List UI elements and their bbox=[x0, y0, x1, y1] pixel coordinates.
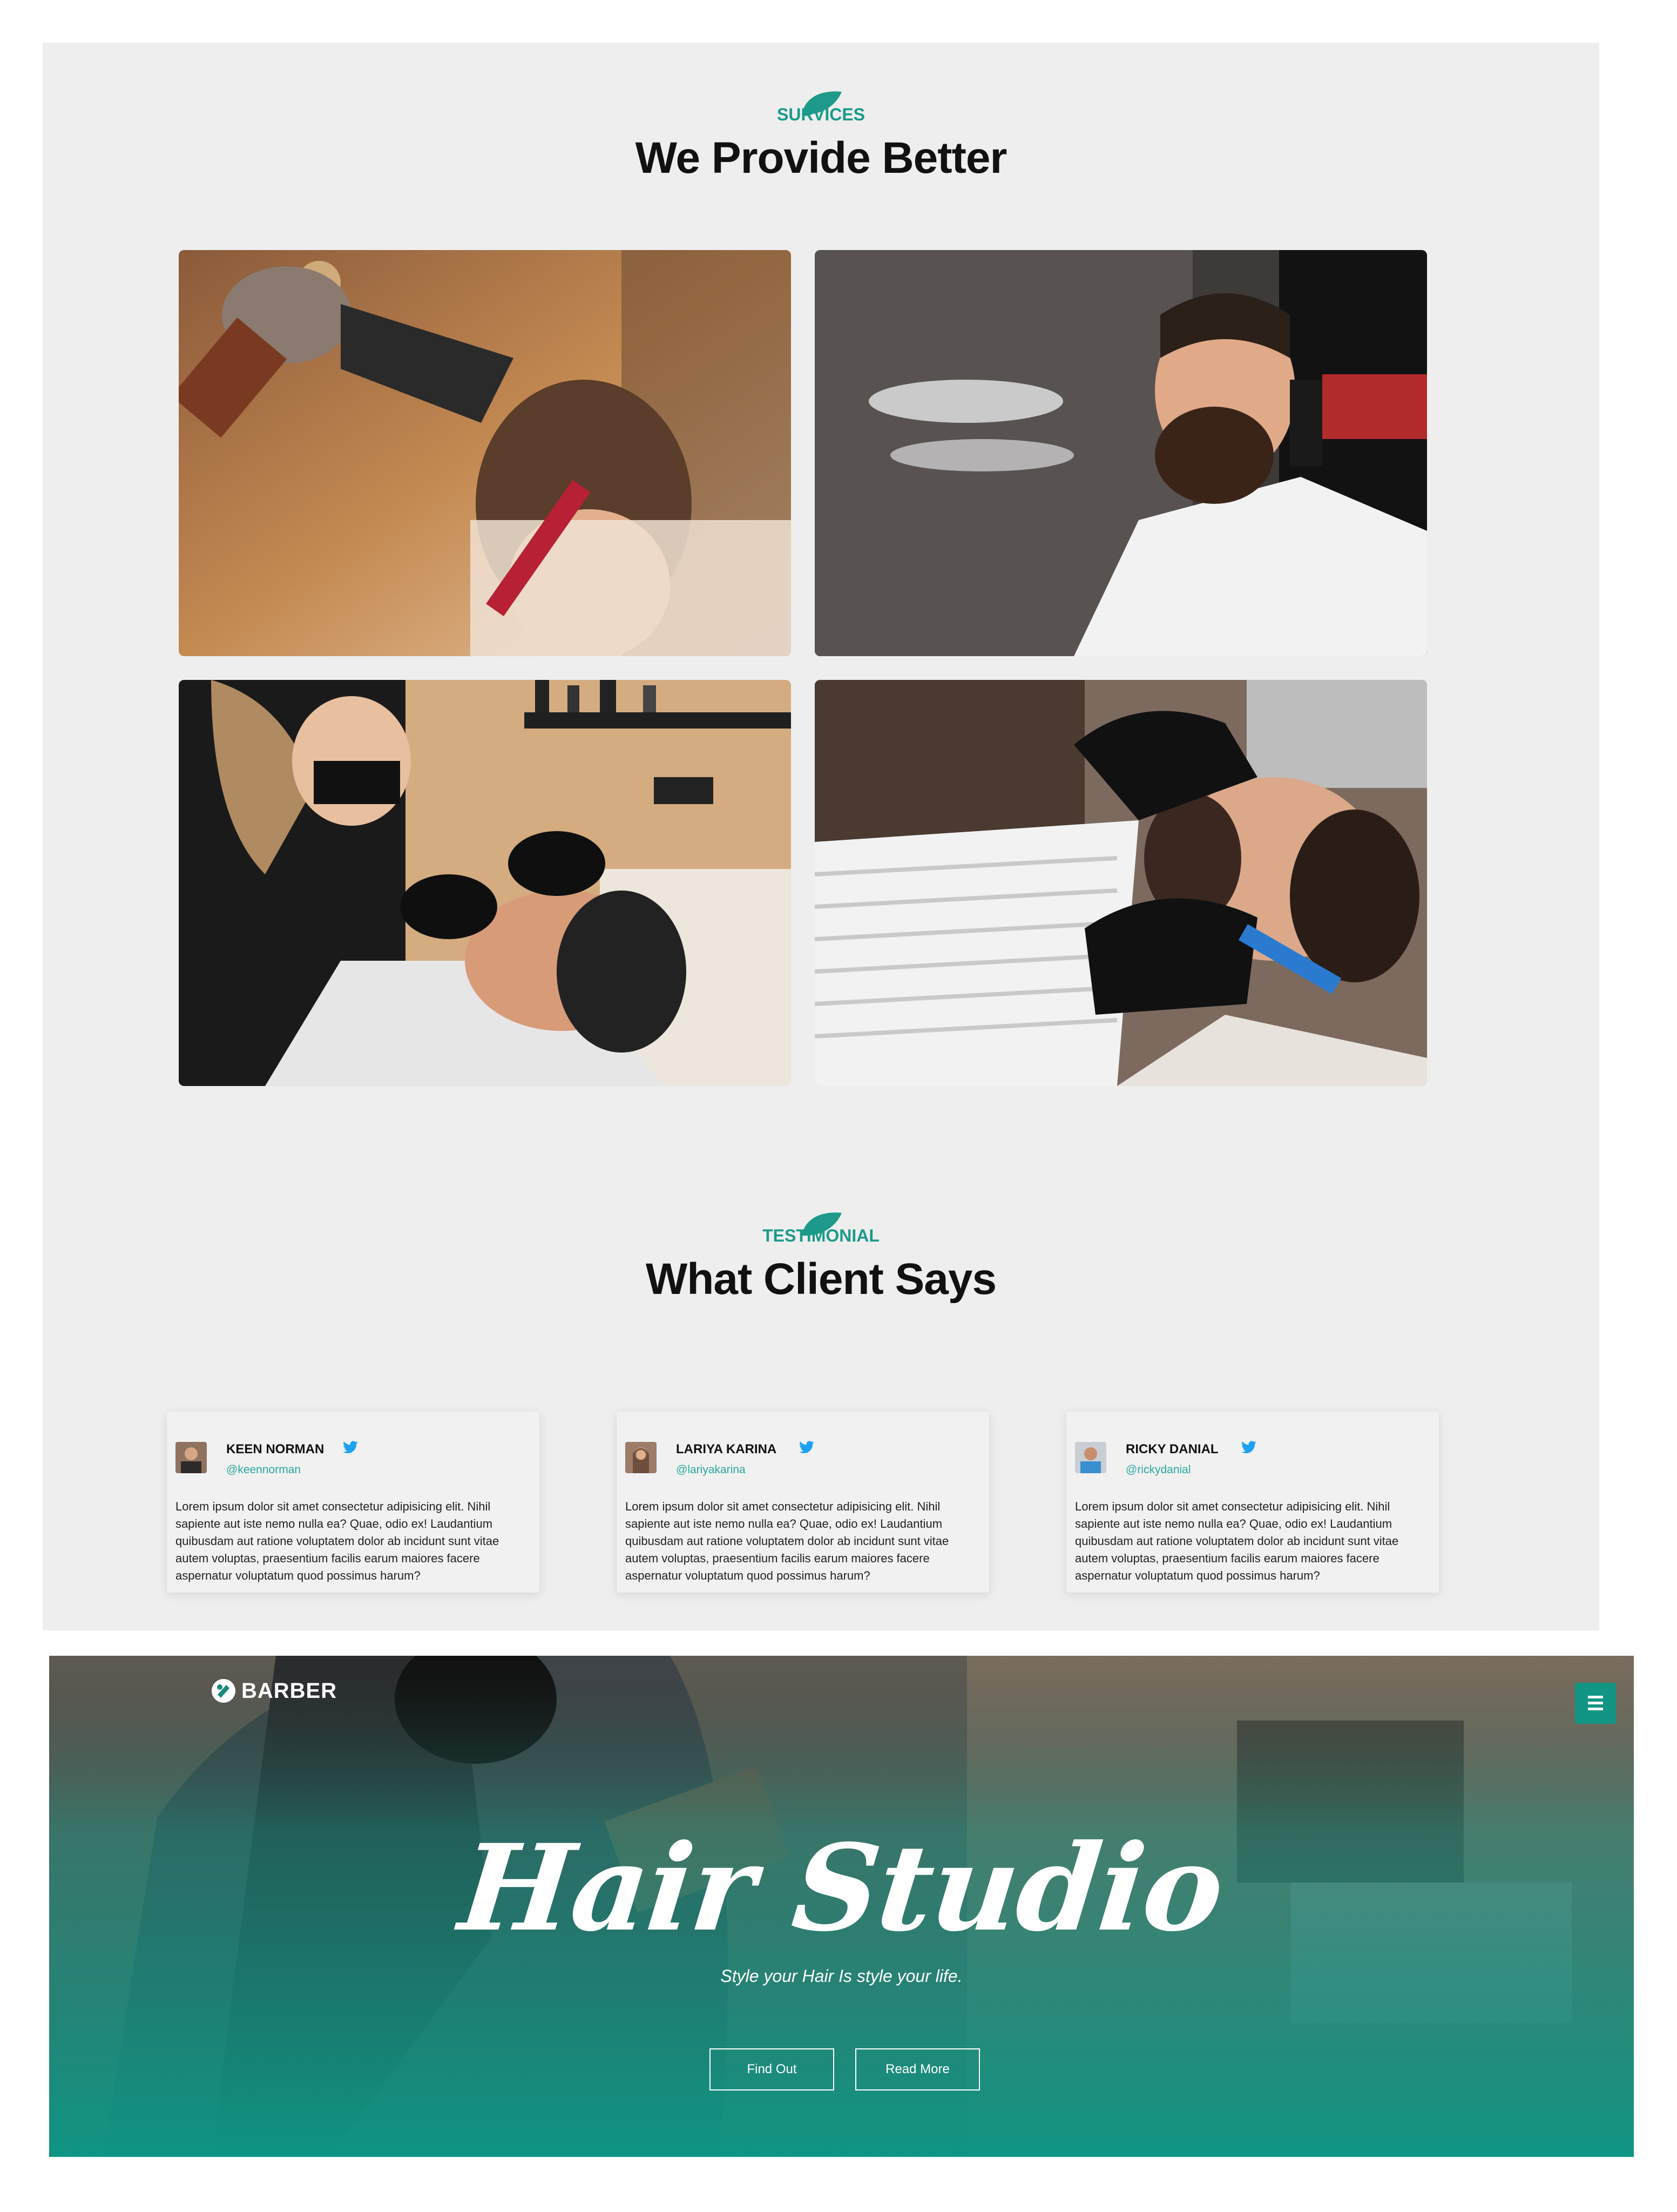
client-name: RICKY DANIAL bbox=[1126, 1442, 1219, 1456]
testimonial-card: KEEN NORMAN @keennorman Lorem ipsum dolo… bbox=[167, 1412, 539, 1593]
services-title: We Provide Better bbox=[635, 133, 1007, 183]
brand-name: BARBER bbox=[241, 1678, 337, 1703]
hamburger-menu-icon bbox=[1588, 1696, 1603, 1710]
hero-subtitle: Style your Hair Is style your life. bbox=[720, 1966, 963, 1986]
client-name: LARIYA KARINA bbox=[676, 1442, 777, 1456]
services-heading: SURVICES We Provide Better bbox=[43, 89, 1599, 184]
service-photo-beard-shave bbox=[815, 680, 1427, 1086]
client-handle[interactable]: @rickydanial bbox=[1126, 1464, 1191, 1476]
service-photo-haircut bbox=[815, 250, 1427, 656]
twitter-bird-icon[interactable] bbox=[799, 1441, 814, 1454]
testimonial-heading: TESTIMONIAL What Client Says bbox=[43, 1210, 1599, 1305]
avatar bbox=[175, 1442, 207, 1473]
testimonial-card: RICKY DANIAL @rickydanial Lorem ipsum do… bbox=[1066, 1412, 1439, 1593]
testimonial-title: What Client Says bbox=[645, 1255, 997, 1304]
testimonial-text: Lorem ipsum dolor sit amet consectetur a… bbox=[1075, 1500, 1399, 1582]
testimonial-text: Lorem ipsum dolor sit amet consectetur a… bbox=[625, 1500, 949, 1582]
service-photo-facial bbox=[179, 680, 791, 1086]
hamburger-menu-button[interactable] bbox=[1575, 1683, 1616, 1724]
hero-banner: BARBER Hair Studio Style your Hair Is st… bbox=[49, 1656, 1634, 2157]
client-handle[interactable]: @lariyakarina bbox=[676, 1464, 746, 1476]
twitter-bird-icon[interactable] bbox=[343, 1441, 358, 1454]
read-more-button[interactable]: Read More bbox=[855, 2048, 980, 2090]
client-name: KEEN NORMAN bbox=[226, 1442, 324, 1456]
testimonial-badge: TESTIMONIAL bbox=[762, 1226, 880, 1245]
avatar bbox=[625, 1442, 657, 1473]
twitter-bird-icon[interactable] bbox=[1241, 1441, 1256, 1454]
testimonial-text: Lorem ipsum dolor sit amet consectetur a… bbox=[175, 1500, 499, 1582]
services-badge-wrap: SURVICES bbox=[43, 89, 1599, 126]
avatar bbox=[1075, 1442, 1106, 1473]
content-panel: SURVICES We Provide Better TESTIMONIAL W… bbox=[43, 43, 1599, 1630]
hero-title: Hair Studio bbox=[454, 1818, 1229, 1958]
testimonial-badge-wrap: TESTIMONIAL bbox=[43, 1210, 1599, 1247]
brand-logo[interactable]: BARBER bbox=[210, 1677, 337, 1704]
testimonial-card: LARIYA KARINA @lariyakarina Lorem ipsum … bbox=[617, 1412, 989, 1593]
services-badge: SURVICES bbox=[776, 105, 865, 124]
client-handle[interactable]: @keennorman bbox=[226, 1464, 301, 1476]
barber-logo-icon bbox=[212, 1679, 235, 1703]
service-photo-hair-drying bbox=[179, 250, 791, 656]
find-out-button[interactable]: Find Out bbox=[709, 2048, 834, 2090]
